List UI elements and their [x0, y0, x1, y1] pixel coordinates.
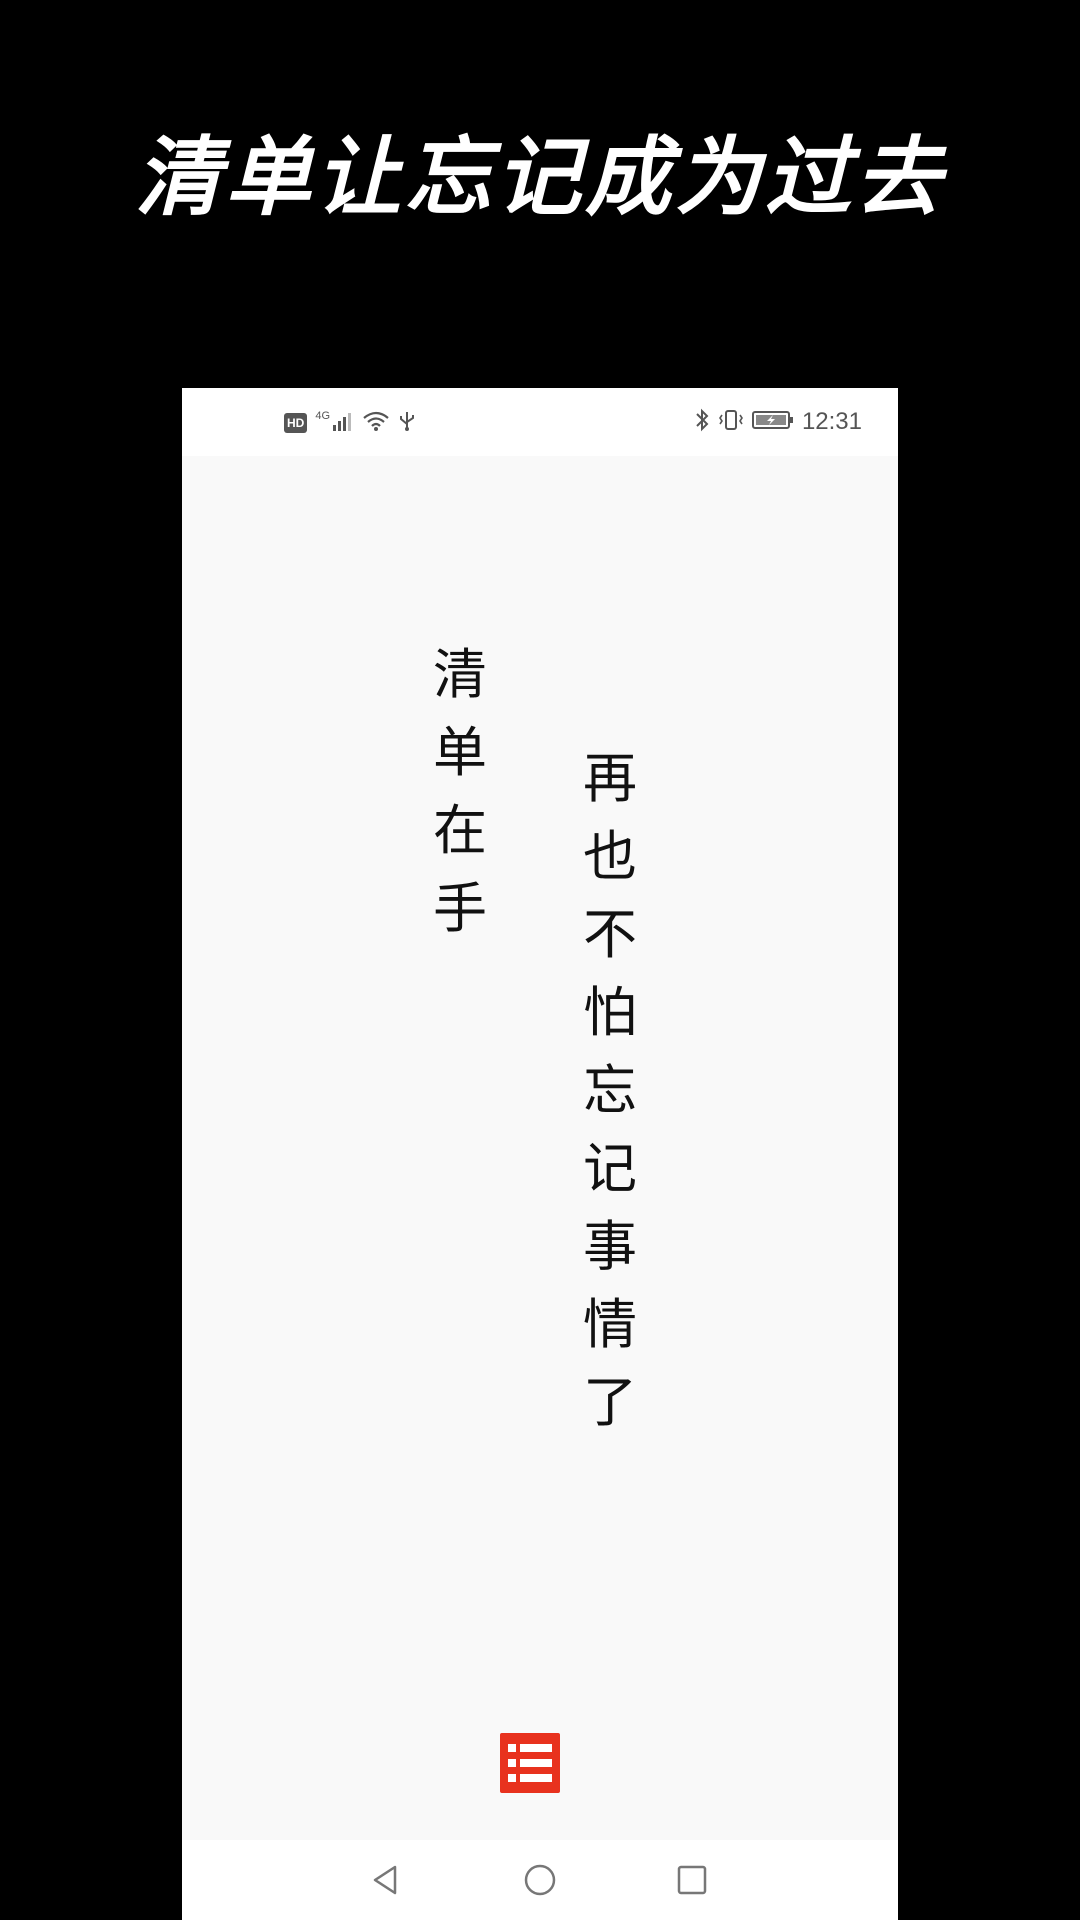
promo-poster: 清单让忘记成为过去 HD 4G 12:31 清单在手 再也不怕忘记事情了: [0, 0, 1080, 1920]
wifi-icon: [362, 410, 390, 436]
bluetooth-icon: [694, 408, 710, 436]
promo-headline: 清单让忘记成为过去: [135, 127, 945, 228]
usb-icon: [398, 410, 416, 436]
vibrate-icon: [718, 408, 744, 436]
phone-screen: HD 4G 12:31 清单在手 再也不怕忘记事情了: [182, 388, 898, 1920]
navigation-bar: [182, 1840, 898, 1920]
status-clock: 12:31: [801, 408, 862, 435]
home-circle-icon[interactable]: [520, 1860, 560, 1900]
recent-square-icon[interactable]: [672, 1860, 712, 1900]
status-bar: HD 4G 12:31: [182, 388, 898, 456]
network-type: 4G: [315, 410, 331, 422]
battery-icon: [751, 409, 794, 435]
checklist-icon: [500, 1733, 560, 1793]
slogan-line-1: 清单在手: [433, 643, 487, 940]
status-right-group: 12:31: [694, 408, 862, 436]
slogan-line-2: 再也不怕忘记事情了: [583, 747, 637, 1434]
signal-icon: [332, 410, 354, 436]
hd-badge: HD: [284, 413, 308, 433]
status-left-group: HD 4G: [284, 410, 416, 436]
back-triangle-icon[interactable]: [366, 1860, 406, 1900]
